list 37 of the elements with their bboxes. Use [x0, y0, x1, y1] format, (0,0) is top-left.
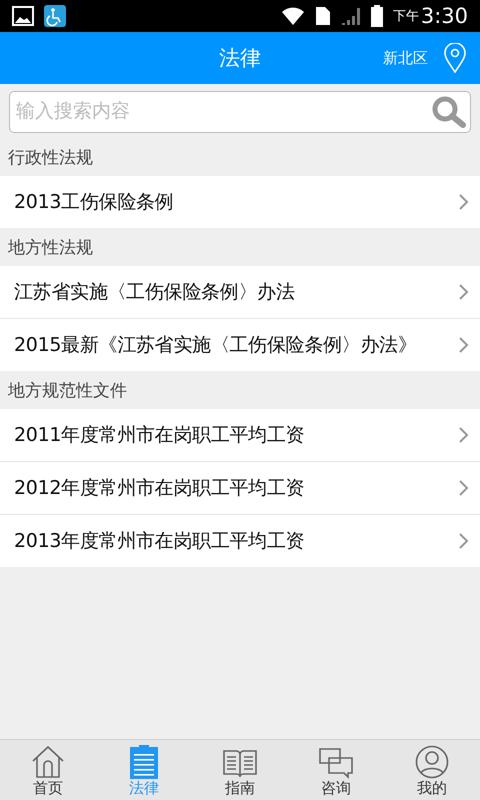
document-icon: [130, 745, 158, 779]
list-item[interactable]: 2015最新《江苏省实施〈工伤保险条例〉办法》: [0, 319, 480, 371]
accessibility-icon: [44, 5, 66, 27]
page-title: 法律: [219, 45, 261, 72]
chevron-icon: [458, 336, 470, 354]
battery-icon: [370, 5, 383, 27]
user-icon: [415, 745, 449, 779]
list-item[interactable]: 2013工伤保险条例: [0, 176, 480, 228]
list-item[interactable]: 2011年度常州市在岗职工平均工资: [0, 409, 480, 462]
status-ampm: 下午: [392, 8, 419, 25]
section-header: 地方性法规: [7, 236, 94, 260]
search-bar[interactable]: 输入搜索内容: [9, 91, 471, 133]
wifi-icon: [280, 7, 305, 25]
nav-tab[interactable]: 我的: [384, 740, 480, 800]
nav-tab[interactable]: 指南: [192, 740, 288, 800]
chevron-icon: [458, 283, 470, 301]
section-header: 行政性法规: [7, 146, 94, 170]
search-field[interactable]: 输入搜索内容: [14, 100, 432, 124]
chevron-icon: [458, 193, 470, 211]
chevron-icon: [458, 479, 470, 497]
image-icon: [12, 6, 34, 26]
book-icon: [222, 747, 258, 779]
location-pin-icon[interactable]: [444, 43, 466, 73]
nav-tab[interactable]: 首页: [0, 740, 96, 800]
search-icon[interactable]: [432, 96, 466, 128]
list-item[interactable]: 江苏省实施〈工伤保险条例〉办法: [0, 266, 480, 319]
sim-card-icon: [314, 6, 331, 26]
chevron-icon: [458, 532, 470, 550]
chevron-icon: [458, 426, 470, 444]
signal-icon: [340, 6, 361, 26]
nav-tab[interactable]: 咨询: [288, 740, 384, 800]
status-time: 3:30: [420, 4, 468, 28]
house-icon: [31, 745, 65, 779]
chat-icon: [318, 747, 354, 779]
section-header: 地方规范性文件: [7, 380, 128, 402]
list-item[interactable]: 2013年度常州市在岗职工平均工资: [0, 515, 480, 567]
list-item[interactable]: 2012年度常州市在岗职工平均工资: [0, 462, 480, 515]
